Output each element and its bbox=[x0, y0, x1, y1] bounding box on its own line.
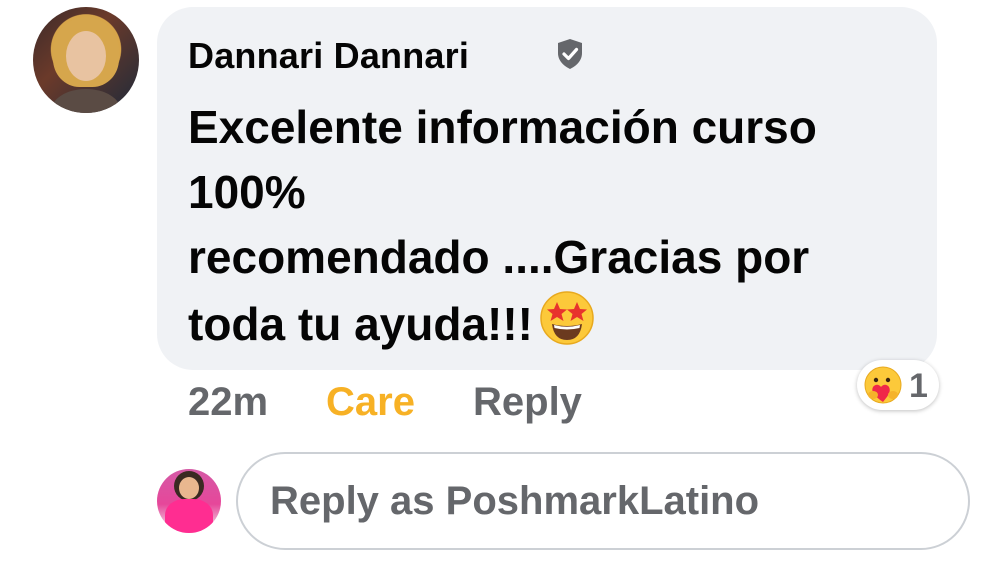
comment-text: Excelente información curso 100% recomen… bbox=[188, 95, 913, 357]
avatar-dress bbox=[165, 499, 213, 533]
care-hug-emoji-icon bbox=[864, 366, 902, 404]
star-struck-emoji-icon bbox=[540, 291, 594, 345]
comment-bubble: Dannari Dannari Excelente información cu… bbox=[157, 7, 937, 370]
care-reaction-button[interactable]: Care bbox=[326, 380, 415, 425]
commenter-avatar[interactable] bbox=[33, 7, 139, 113]
reaction-count: 1 bbox=[909, 367, 928, 405]
reply-input[interactable] bbox=[236, 452, 970, 550]
reaction-count-badge[interactable]: 1 bbox=[857, 360, 939, 410]
current-user-avatar[interactable] bbox=[157, 469, 221, 533]
verified-shield-icon bbox=[558, 39, 582, 69]
avatar-shoulders bbox=[51, 89, 121, 113]
avatar-face bbox=[179, 477, 199, 499]
avatar-face bbox=[66, 31, 106, 81]
comment-body: Excelente información curso 100% recomen… bbox=[188, 101, 817, 350]
comment-timestamp[interactable]: 22m bbox=[188, 380, 268, 425]
comment-author-name[interactable]: Dannari Dannari bbox=[188, 35, 469, 77]
reply-button[interactable]: Reply bbox=[473, 380, 582, 425]
